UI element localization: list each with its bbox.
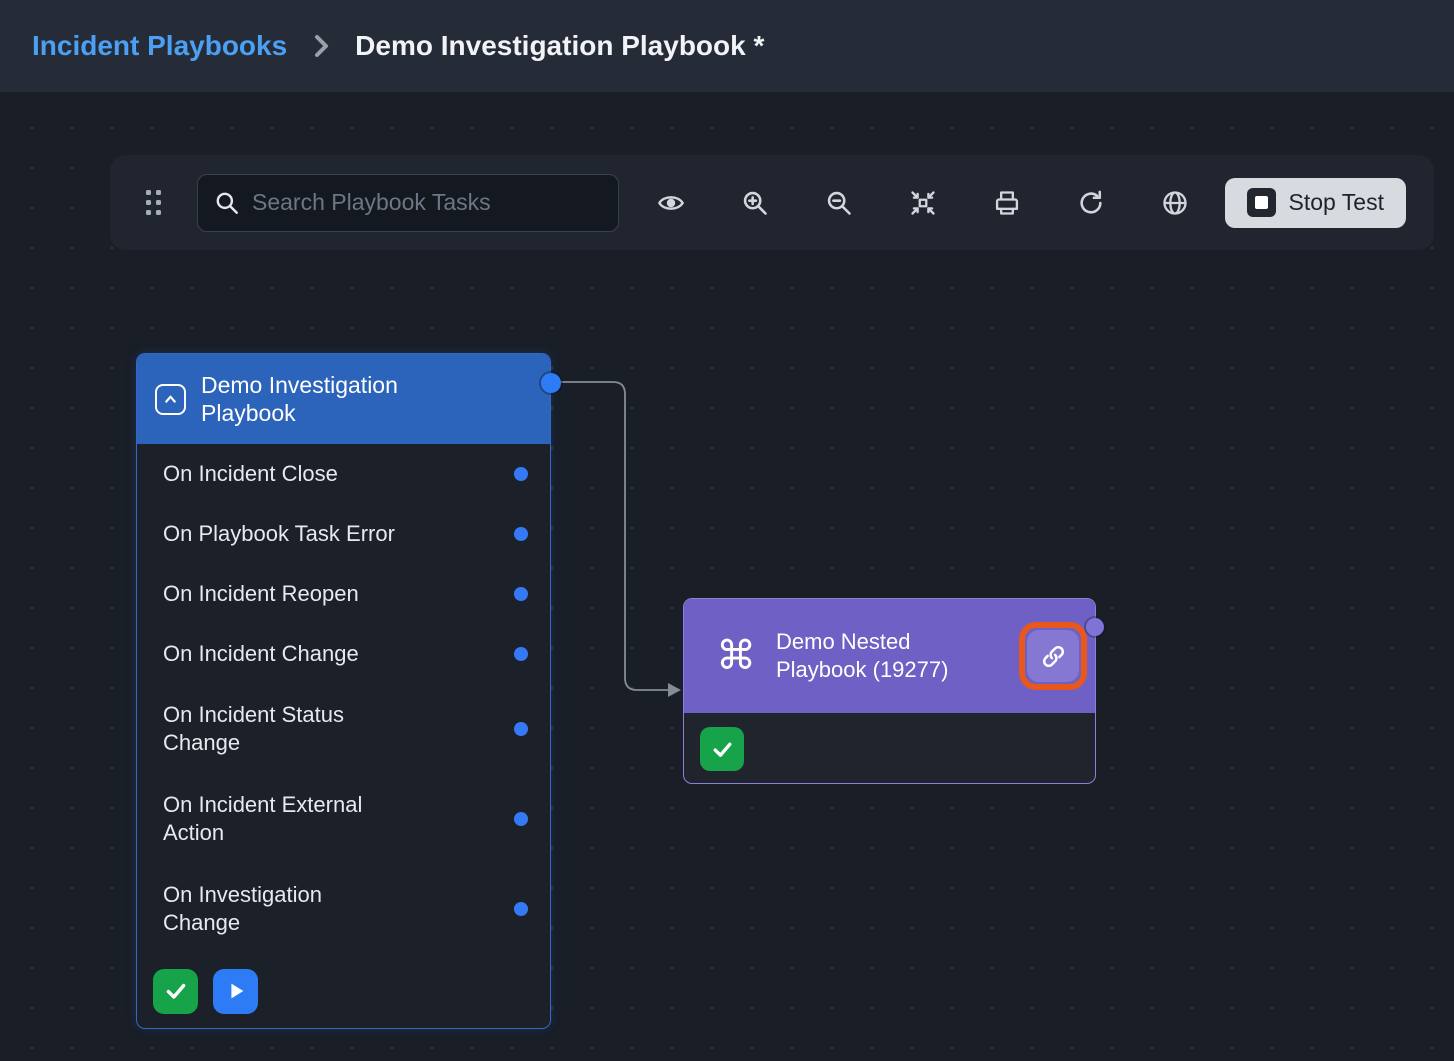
zoom-out-button[interactable] bbox=[797, 174, 881, 232]
highlight-ring bbox=[1019, 622, 1087, 690]
task-row-label: On Incident Change bbox=[163, 640, 359, 668]
search-input[interactable] bbox=[252, 189, 602, 216]
task-row-on-incident-external-action[interactable]: On Incident External Action bbox=[137, 774, 550, 864]
task-output-port[interactable] bbox=[514, 722, 528, 736]
task-row-on-investigation-change[interactable]: On Investigation Change bbox=[137, 864, 550, 954]
nested-playbook-node[interactable]: ⌘ Demo Nested Playbook (19277) bbox=[683, 598, 1096, 784]
task-row-on-playbook-task-error[interactable]: On Playbook Task Error bbox=[137, 504, 550, 564]
link-icon bbox=[1040, 643, 1067, 670]
main-node-footer bbox=[137, 954, 550, 1028]
task-output-port[interactable] bbox=[514, 647, 528, 661]
nested-playbook-node-header[interactable]: ⌘ Demo Nested Playbook (19277) bbox=[684, 599, 1095, 713]
chevron-up-icon bbox=[162, 391, 179, 408]
stop-test-label: Stop Test bbox=[1289, 189, 1384, 216]
task-row-on-incident-close[interactable]: On Incident Close bbox=[137, 444, 550, 504]
success-check-button[interactable] bbox=[700, 727, 744, 771]
chevron-right-icon bbox=[311, 33, 331, 59]
task-row-label: On Investigation Change bbox=[163, 881, 322, 937]
task-row-on-incident-change[interactable]: On Incident Change bbox=[137, 624, 550, 684]
search-box bbox=[197, 174, 619, 232]
task-row-label: On Playbook Task Error bbox=[163, 520, 395, 548]
nested-playbook-output-port[interactable] bbox=[1086, 618, 1104, 636]
breadcrumb-parent-link[interactable]: Incident Playbooks bbox=[32, 30, 287, 62]
stop-test-button[interactable]: Stop Test bbox=[1225, 178, 1406, 228]
check-icon bbox=[710, 737, 735, 762]
task-output-port[interactable] bbox=[514, 467, 528, 481]
playbook-output-port[interactable] bbox=[541, 373, 561, 393]
collapse-button[interactable] bbox=[155, 384, 186, 415]
main-playbook-node-title: Demo Investigation Playbook bbox=[201, 371, 398, 427]
nested-node-footer bbox=[684, 713, 1095, 785]
canvas-toolbar: Stop Test bbox=[110, 155, 1434, 250]
print-button[interactable] bbox=[965, 174, 1049, 232]
task-row-label: On Incident Reopen bbox=[163, 580, 359, 608]
task-output-port[interactable] bbox=[514, 527, 528, 541]
playbook-canvas[interactable]: Stop Test Demo Investigation Playbook On… bbox=[0, 92, 1454, 1061]
stop-square-icon bbox=[1247, 188, 1276, 217]
top-bar: Incident Playbooks Demo Investigation Pl… bbox=[0, 0, 1454, 92]
task-row-on-incident-status-change[interactable]: On Incident Status Change bbox=[137, 684, 550, 774]
main-playbook-node[interactable]: Demo Investigation Playbook On Incident … bbox=[136, 353, 551, 1029]
main-playbook-node-header[interactable]: Demo Investigation Playbook bbox=[137, 354, 550, 444]
task-row-label: On Incident Status Change bbox=[163, 701, 344, 757]
search-icon bbox=[214, 190, 240, 216]
task-output-port[interactable] bbox=[514, 902, 528, 916]
task-output-port[interactable] bbox=[514, 812, 528, 826]
check-icon bbox=[163, 978, 189, 1004]
page-title: Demo Investigation Playbook * bbox=[355, 30, 764, 62]
task-output-port[interactable] bbox=[514, 587, 528, 601]
task-row-label: On Incident Close bbox=[163, 460, 338, 488]
visibility-eye-button[interactable] bbox=[629, 174, 713, 232]
success-check-button[interactable] bbox=[153, 969, 198, 1014]
play-icon bbox=[225, 980, 247, 1002]
task-row-on-incident-reopen[interactable]: On Incident Reopen bbox=[137, 564, 550, 624]
toolbar-icon-group bbox=[629, 174, 1217, 232]
run-play-button[interactable] bbox=[213, 969, 258, 1014]
fit-view-button[interactable] bbox=[881, 174, 965, 232]
globe-button[interactable] bbox=[1133, 174, 1217, 232]
command-icon: ⌘ bbox=[716, 636, 756, 676]
task-row-label: On Incident External Action bbox=[163, 791, 362, 847]
drag-handle-icon[interactable] bbox=[146, 190, 161, 215]
open-nested-playbook-link-button[interactable] bbox=[1027, 630, 1079, 682]
refresh-button[interactable] bbox=[1049, 174, 1133, 232]
zoom-in-button[interactable] bbox=[713, 174, 797, 232]
